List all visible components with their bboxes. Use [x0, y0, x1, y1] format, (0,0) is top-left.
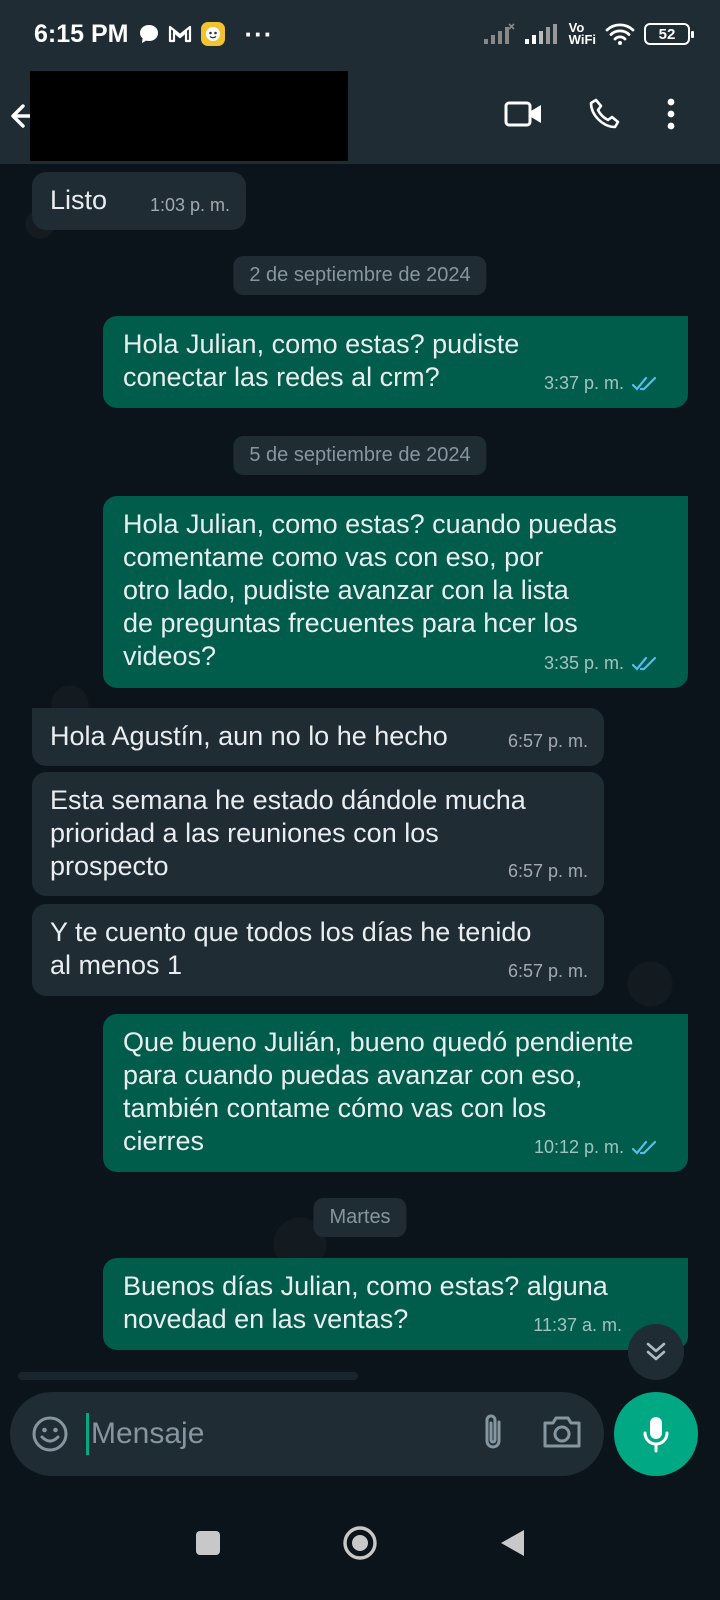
- message-meta: 3:37 p. m.: [544, 367, 658, 400]
- scroll-to-bottom-button[interactable]: [628, 1324, 684, 1380]
- signal-weak-icon: [483, 23, 515, 45]
- message-incoming[interactable]: Listo 1:03 p. m.: [32, 172, 246, 230]
- message-outgoing[interactable]: Buenos días Julian, como estas? alguna n…: [103, 1258, 688, 1350]
- message-incoming[interactable]: Hola Agustín, aun no lo he hecho 6:57 p.…: [32, 708, 604, 766]
- message-input-container[interactable]: Mensaje: [10, 1392, 604, 1476]
- message-meta: 6:57 p. m.: [508, 855, 588, 888]
- status-bar: 6:15 PM ··· Vo WiFi 52: [0, 0, 720, 68]
- microphone-icon: [643, 1417, 669, 1453]
- message-time: 6:57 p. m.: [507, 961, 588, 981]
- message-time: 1:03 p. m.: [149, 195, 230, 215]
- back-nav-button[interactable]: [498, 1528, 526, 1563]
- date-separator: 2 de septiembre de 2024: [233, 256, 487, 295]
- signal-icon: [524, 23, 560, 45]
- message-meta: 3:35 p. m.: [544, 647, 658, 680]
- contact-name-redacted[interactable]: [30, 71, 348, 161]
- double-check-read-icon: [632, 376, 658, 392]
- triangle-back-icon: [501, 1529, 524, 1556]
- attach-button[interactable]: [480, 1412, 506, 1457]
- recents-button[interactable]: [194, 1529, 222, 1562]
- video-call-button[interactable]: [504, 99, 544, 134]
- message-outgoing[interactable]: Hola Julian, como estas? pudiste conecta…: [103, 316, 688, 408]
- message-incoming[interactable]: Y te cuento que todos los días he tenido…: [32, 904, 604, 996]
- message-time: 6:57 p. m.: [507, 731, 588, 751]
- home-button[interactable]: [342, 1525, 378, 1566]
- double-chevron-down-icon: [646, 1342, 666, 1361]
- emoji-button[interactable]: [30, 1414, 70, 1454]
- app-notification-icon: [200, 21, 226, 47]
- phone-icon: [589, 98, 620, 128]
- message-meta: 6:57 p. m.: [508, 725, 588, 758]
- message-incoming[interactable]: Esta semana he estado dándole mucha prio…: [32, 772, 604, 896]
- message-meta: 10:12 p. m.: [534, 1131, 658, 1164]
- message-time: 6:57 p. m.: [507, 861, 588, 881]
- kebab-menu-icon: [667, 98, 675, 129]
- more-options-button[interactable]: [666, 97, 676, 136]
- message-outgoing[interactable]: Que bueno Julián, bueno quedó pendiente …: [103, 1014, 688, 1172]
- system-navigation-bar: [0, 1490, 720, 1600]
- message-meta: 6:57 p. m.: [508, 955, 588, 988]
- double-check-read-icon: [632, 656, 658, 672]
- message-time: 11:37 a. m.: [533, 1315, 622, 1335]
- message-outgoing[interactable]: Hola Julian, como estas? cuando puedas c…: [103, 496, 688, 688]
- gmail-icon: [168, 24, 192, 44]
- square-icon: [196, 1530, 220, 1555]
- date-separator: Martes: [313, 1198, 407, 1237]
- status-time: 6:15 PM: [34, 19, 129, 48]
- chat-header: [0, 68, 720, 164]
- battery-indicator: 52: [644, 23, 694, 45]
- double-check-read-icon: [632, 1140, 658, 1156]
- more-notifications-icon: ···: [244, 18, 274, 49]
- date-separator: 5 de septiembre de 2024: [233, 436, 487, 475]
- camera-button[interactable]: [542, 1415, 582, 1454]
- vowifi-indicator: Vo WiFi: [568, 21, 596, 47]
- video-camera-icon: [504, 101, 541, 126]
- vowifi-bottom: WiFi: [568, 32, 596, 47]
- message-time: 3:37 p. m.: [543, 373, 624, 393]
- camera-icon: [543, 1416, 581, 1447]
- home-circle-icon: [343, 1525, 377, 1560]
- message-meta: 1:03 p. m.: [150, 189, 230, 222]
- chat-bubble-icon: [138, 23, 160, 45]
- voice-record-button[interactable]: [614, 1392, 698, 1476]
- text-cursor: [86, 1413, 89, 1455]
- chat-area[interactable]: Listo 1:03 p. m. 2 de septiembre de 2024…: [0, 164, 720, 1400]
- message-time: 3:35 p. m.: [543, 653, 624, 673]
- paperclip-icon: [485, 1414, 501, 1448]
- composer-shadow: [18, 1372, 358, 1380]
- wifi-icon: [605, 22, 635, 46]
- emoji-icon: [32, 1416, 68, 1452]
- message-input[interactable]: Mensaje: [91, 1417, 204, 1451]
- message-meta: 11:37 a. m.: [533, 1309, 622, 1342]
- voice-call-button[interactable]: [588, 97, 622, 136]
- message-time: 10:12 p. m.: [533, 1137, 624, 1157]
